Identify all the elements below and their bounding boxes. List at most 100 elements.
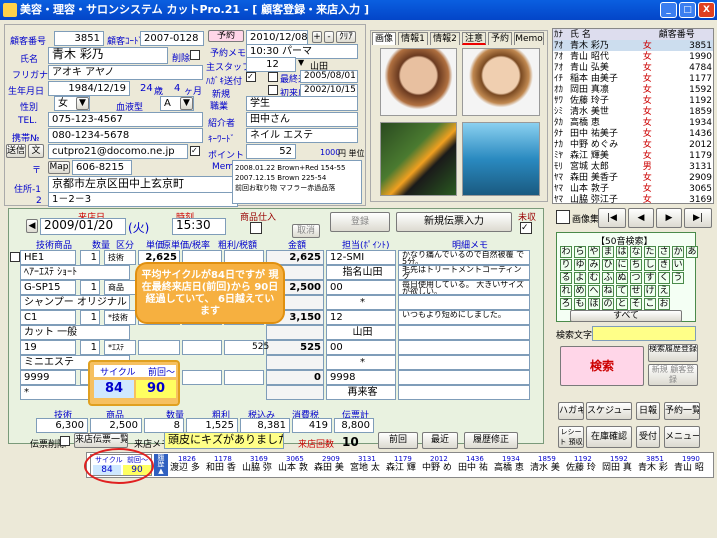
slip-memo[interactable]: 毎日使用している。 大きいサイズが欲しい。 [398, 280, 530, 295]
kana-key[interactable]: ぬ [616, 272, 628, 284]
close-button[interactable]: X [698, 2, 715, 18]
kana-all-button[interactable]: すべて [570, 310, 682, 322]
list-item[interactable]: ﾅｶ 中野 めぐみ 女 2012 [553, 139, 713, 150]
kana-key[interactable]: ら [574, 246, 586, 258]
kana-key[interactable]: め [574, 285, 586, 297]
dm-checkbox[interactable]: ✓ [246, 72, 256, 82]
kana-key[interactable]: く [658, 272, 670, 284]
kana-key[interactable]: る [560, 272, 572, 284]
slip-cost[interactable] [182, 340, 222, 355]
slip-staff[interactable]: 00 [326, 280, 396, 295]
history-edit-button[interactable]: 履歴修正 [464, 432, 518, 449]
slip-memo[interactable] [398, 370, 530, 385]
bottom-visit-name[interactable]: 山本 敦 [278, 464, 308, 473]
kana-key[interactable]: ま [602, 246, 614, 258]
slip-kind[interactable]: 商品 [104, 280, 136, 295]
list-item[interactable]: ﾔﾏ 森田 美香子 女 2909 [553, 172, 713, 183]
kana-key[interactable]: ひ [602, 259, 614, 271]
sex-dropdown-icon[interactable]: ▼ [76, 97, 89, 110]
slip-amount[interactable] [266, 385, 324, 400]
customer-photo-1[interactable] [380, 48, 457, 116]
kana-key[interactable]: り [560, 259, 572, 271]
slip-amount[interactable] [266, 355, 324, 370]
slip-qty[interactable]: 1 [80, 280, 100, 295]
slip-cost[interactable] [182, 370, 222, 385]
kana-key[interactable]: に [616, 259, 628, 271]
kana-key[interactable]: へ [588, 285, 600, 297]
visit-date-field[interactable]: 2009/01/20 [40, 218, 126, 235]
date-plus-button[interactable]: + [312, 31, 322, 43]
slip-list-button[interactable]: 来店伝票一覧 [74, 433, 128, 448]
reception-button[interactable]: 受付 [636, 426, 660, 448]
slip-qty[interactable]: 1 [80, 310, 100, 325]
bottom-visit-name[interactable]: 高橋 恵 [494, 464, 524, 473]
slip-memo[interactable] [398, 385, 530, 400]
slip-kind[interactable]: 技術 [104, 250, 136, 265]
list-header-no[interactable]: 顧客番号 [658, 29, 713, 40]
bottom-visit-name[interactable]: 佐藤 玲 [566, 464, 596, 473]
bottom-visit-name[interactable]: 宮地 太 [350, 464, 380, 473]
slip-amount[interactable] [266, 325, 324, 340]
visit-time-field[interactable]: 15:30 [172, 218, 226, 235]
customer-no-field[interactable]: 3851 [54, 31, 104, 46]
mobile-field[interactable]: 080-1234-5678 [48, 128, 203, 143]
first-record-button[interactable]: |◀ [598, 208, 626, 228]
image-collection-checkbox[interactable] [556, 210, 570, 224]
first-visit-checkbox[interactable] [268, 85, 278, 95]
tab-info1[interactable]: 情報1 [398, 32, 428, 45]
list-item[interactable]: ﾀｶ 高橋 恵 女 1934 [553, 117, 713, 128]
staff-select[interactable]: 12 [246, 57, 296, 72]
name-field[interactable]: 青木 彩乃 [48, 47, 168, 64]
kana-key[interactable]: や [588, 246, 600, 258]
slip-staff[interactable]: 山田 [326, 325, 396, 340]
bottom-visit-name[interactable]: 清水 美 [530, 464, 560, 473]
slip-amount[interactable]: 525 [266, 340, 324, 355]
kana-key[interactable]: み [588, 259, 600, 271]
staff-dropdown-icon[interactable]: ▼ [298, 58, 304, 67]
keyword-field[interactable]: ネイル エステ [246, 128, 358, 143]
zip-field[interactable]: 606-8215 [72, 160, 132, 175]
kana-key[interactable]: て [616, 285, 628, 297]
bottom-visit-name[interactable]: 中野 め [422, 464, 452, 473]
kana-key[interactable]: つ [630, 272, 642, 284]
reserve-date-field[interactable]: 2010/12/08 [246, 30, 308, 45]
slip-qty[interactable]: 1 [80, 340, 100, 355]
kana-key[interactable]: ゆ [574, 259, 586, 271]
tab-image[interactable]: 画像 [372, 32, 396, 45]
kana-key[interactable]: ほ [588, 298, 600, 310]
customer-list[interactable]: ｶﾅ 氏 名 顧客番号 ｱｵ 青木 彩乃女 3851 ｱｵ 青山 昭代女 1990 ｱｵ 青山… [552, 28, 714, 204]
birth-field[interactable]: 1984/12/19 [48, 81, 130, 96]
list-header-sex[interactable] [642, 29, 658, 40]
kana-key[interactable]: の [602, 298, 614, 310]
date-minus-button[interactable]: - [324, 31, 334, 43]
slip-profit[interactable] [224, 370, 264, 385]
maximize-button[interactable]: □ [679, 2, 696, 18]
list-item[interactable]: ﾔﾏ 山本 敦子 女 3065 [553, 183, 713, 194]
list-item[interactable]: ﾓﾘ 宮城 太郎 男 3131 [553, 161, 713, 172]
kana-key[interactable]: む [588, 272, 600, 284]
slip-staff[interactable]: * [326, 295, 396, 310]
search-text-field[interactable] [592, 326, 696, 341]
search-button[interactable]: 検索 [560, 346, 644, 386]
slip-item-code[interactable]: G-SP15 [20, 280, 76, 295]
kana-key[interactable]: い [672, 259, 684, 271]
date-clear-button[interactable]: ｸﾘｱ [336, 31, 356, 43]
row-select-checkbox[interactable] [10, 252, 20, 262]
slip-price[interactable] [138, 340, 180, 355]
slip-memo[interactable] [398, 355, 530, 370]
slip-item-code[interactable]: カット 一般 [20, 325, 130, 340]
slip-staff[interactable]: 9998 [326, 370, 396, 385]
list-item[interactable]: ﾐﾔ 森江 輝美 女 1179 [553, 150, 713, 161]
slip-staff[interactable]: 指名山田 [326, 265, 396, 280]
kana-key[interactable]: し [644, 259, 656, 271]
map-button[interactable]: Map [48, 161, 70, 174]
slip-memo[interactable]: いつもより短めにしました。 [398, 310, 530, 325]
list-item[interactable]: ｱｵ 青山 弘美 女 4784 [553, 62, 713, 73]
kana-key[interactable]: な [630, 246, 642, 258]
kana-key[interactable]: さ [658, 246, 670, 258]
list-item[interactable]: ｱｵ 青山 昭代 女 1990 [553, 51, 713, 62]
kana-key[interactable]: と [616, 298, 628, 310]
receipt-button[interactable]: レシート 預収書 [558, 426, 584, 448]
bottom-visit-name[interactable]: 和田 香 [206, 464, 236, 473]
prev-record-button[interactable]: ◀ [628, 208, 654, 228]
